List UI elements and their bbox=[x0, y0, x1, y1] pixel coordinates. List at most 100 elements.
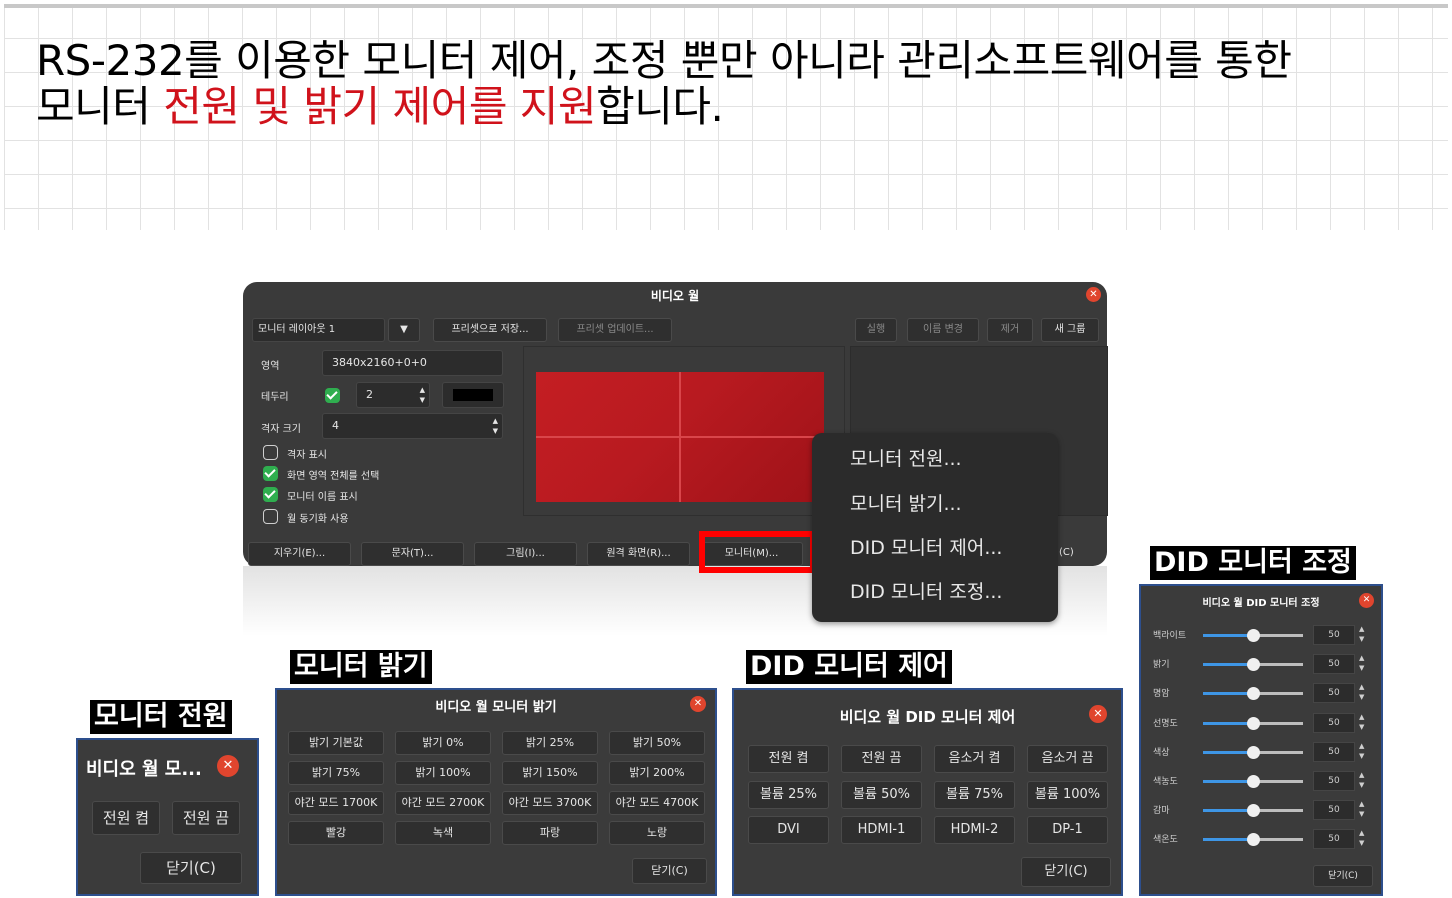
menu-item-monitor-brightness[interactable]: 모니터 밝기... bbox=[850, 489, 962, 516]
rename-button[interactable]: 이름 변경 bbox=[907, 318, 979, 342]
night-4700k-button[interactable]: 야간 모드 4700K bbox=[609, 791, 705, 815]
spin-arrows-icon[interactable]: ▲ ▼ bbox=[1359, 682, 1364, 702]
volume-75-button[interactable]: 볼륨 75% bbox=[934, 781, 1015, 809]
dp-1-button[interactable]: DP-1 bbox=[1027, 816, 1108, 844]
border-spinbox[interactable]: 2 ▲ ▼ bbox=[356, 382, 430, 408]
menu-item-did-adjust[interactable]: DID 모니터 조정... bbox=[850, 577, 1002, 604]
spin-arrows-icon[interactable]: ▲ ▼ bbox=[1359, 828, 1364, 848]
remove-button[interactable]: 제거 bbox=[987, 318, 1033, 342]
brightness-100-button[interactable]: 밝기 100% bbox=[395, 761, 491, 785]
layout-dropdown-button[interactable]: ▼ bbox=[388, 318, 420, 342]
dvi-button[interactable]: DVI bbox=[748, 816, 829, 844]
volume-25-button[interactable]: 볼륨 25% bbox=[748, 781, 829, 809]
volume-50-button[interactable]: 볼륨 50% bbox=[841, 781, 922, 809]
adjust-value-spinbox[interactable]: 50 bbox=[1313, 771, 1355, 791]
hdmi-1-button[interactable]: HDMI-1 bbox=[841, 816, 922, 844]
run-button[interactable]: 실행 bbox=[855, 318, 897, 342]
yellow-button[interactable]: 노랑 bbox=[609, 821, 705, 845]
brightness-25-button[interactable]: 밝기 25% bbox=[502, 731, 598, 755]
adjust-value-spinbox[interactable]: 50 bbox=[1313, 829, 1355, 850]
picture-button[interactable]: 그림(I)... bbox=[474, 542, 577, 566]
brightness-150-button[interactable]: 밝기 150% bbox=[502, 761, 598, 785]
power-on-button[interactable]: 전원 켬 bbox=[92, 801, 160, 835]
adjust-slider-knob[interactable] bbox=[1247, 687, 1260, 701]
adjust-value-spinbox[interactable]: 50 bbox=[1313, 741, 1355, 762]
spin-arrows-icon[interactable]: ▲ ▼ bbox=[420, 385, 425, 405]
menu-item-did-control[interactable]: DID 모니터 제어... bbox=[850, 533, 1002, 560]
area-input[interactable]: 3840x2160+0+0 bbox=[322, 350, 503, 376]
adjust-slider[interactable] bbox=[1203, 629, 1303, 642]
text-button[interactable]: 문자(T)... bbox=[361, 542, 464, 566]
adjust-slider[interactable] bbox=[1203, 687, 1303, 701]
close-icon[interactable]: ✕ bbox=[1086, 287, 1101, 302]
spin-arrows-icon[interactable]: ▲ ▼ bbox=[1359, 741, 1364, 761]
border-color-swatch[interactable] bbox=[442, 382, 504, 408]
power-off-button[interactable]: 전원 끔 bbox=[841, 745, 922, 773]
clear-button[interactable]: 지우기(E)... bbox=[248, 542, 351, 566]
red-button[interactable]: 빨강 bbox=[288, 821, 384, 845]
brightness-0-button[interactable]: 밝기 0% bbox=[395, 731, 491, 755]
adjust-value-spinbox[interactable]: 50 bbox=[1313, 712, 1355, 733]
green-button[interactable]: 녹색 bbox=[395, 821, 491, 845]
brightness-50-button[interactable]: 밝기 50% bbox=[609, 731, 705, 755]
border-checkbox[interactable] bbox=[325, 388, 340, 403]
adjust-slider[interactable] bbox=[1203, 833, 1303, 847]
power-close-button[interactable]: 닫기(C) bbox=[140, 852, 242, 884]
show-grid-checkbox[interactable] bbox=[263, 445, 278, 460]
hdmi-2-button[interactable]: HDMI-2 bbox=[934, 816, 1015, 844]
adjust-slider-knob[interactable] bbox=[1247, 775, 1260, 788]
save-preset-button[interactable]: 프리셋으로 저장... bbox=[433, 318, 547, 342]
select-whole-screen-checkbox[interactable] bbox=[263, 466, 278, 481]
spin-arrows-icon[interactable]: ▲ ▼ bbox=[1359, 624, 1364, 644]
layout-select[interactable]: 모니터 레이아웃 1 bbox=[252, 318, 385, 342]
adjust-value-spinbox[interactable]: 50 bbox=[1313, 683, 1355, 704]
close-icon[interactable]: ✕ bbox=[690, 696, 706, 712]
remote-screen-button[interactable]: 원격 화면(R)... bbox=[587, 542, 690, 566]
adjust-slider-knob[interactable] bbox=[1247, 745, 1260, 759]
adjust-slider-knob[interactable] bbox=[1247, 716, 1260, 730]
brightness-default-button[interactable]: 밝기 기본값 bbox=[288, 731, 384, 755]
update-preset-button[interactable]: 프리셋 업데이트... bbox=[558, 318, 672, 342]
adjust-slider-knob[interactable] bbox=[1247, 658, 1260, 672]
close-icon[interactable]: ✕ bbox=[217, 755, 239, 777]
spin-arrows-icon[interactable]: ▲ ▼ bbox=[1359, 653, 1364, 673]
night-1700k-button[interactable]: 야간 모드 1700K bbox=[288, 791, 384, 815]
did-control-close-button[interactable]: 닫기(C) bbox=[1021, 857, 1111, 887]
adjust-slider-knob[interactable] bbox=[1247, 833, 1260, 847]
show-monitor-names-checkbox[interactable] bbox=[263, 487, 278, 502]
night-2700k-button[interactable]: 야간 모드 2700K bbox=[395, 791, 491, 815]
spin-arrows-icon[interactable]: ▲ ▼ bbox=[493, 416, 498, 436]
adjust-slider[interactable] bbox=[1203, 716, 1303, 730]
night-3700k-button[interactable]: 야간 모드 3700K bbox=[502, 791, 598, 815]
close-icon[interactable]: ✕ bbox=[1359, 593, 1374, 608]
adjust-slider[interactable] bbox=[1203, 775, 1303, 788]
adjust-slider-knob[interactable] bbox=[1247, 629, 1260, 642]
did-adjust-close-button[interactable]: 닫기(C) bbox=[1313, 865, 1373, 887]
new-group-button[interactable]: 새 그룹 bbox=[1041, 318, 1099, 342]
adjust-value-spinbox[interactable]: 50 bbox=[1313, 800, 1355, 821]
adjust-slider[interactable] bbox=[1203, 658, 1303, 672]
spin-arrows-icon[interactable]: ▲ ▼ bbox=[1359, 799, 1364, 819]
monitor-wall-preview[interactable] bbox=[536, 372, 824, 502]
power-off-button[interactable]: 전원 끔 bbox=[172, 801, 240, 835]
wall-sync-checkbox[interactable] bbox=[263, 509, 278, 524]
volume-100-button[interactable]: 볼륨 100% bbox=[1027, 781, 1108, 809]
brightness-75-button[interactable]: 밝기 75% bbox=[288, 761, 384, 785]
adjust-slider[interactable] bbox=[1203, 745, 1303, 759]
menu-item-monitor-power[interactable]: 모니터 전원... bbox=[850, 444, 962, 471]
mute-off-button[interactable]: 음소거 끔 bbox=[1027, 745, 1108, 773]
brightness-close-button[interactable]: 닫기(C) bbox=[632, 858, 707, 884]
blue-button[interactable]: 파랑 bbox=[502, 821, 598, 845]
spin-arrows-icon[interactable]: ▲ ▼ bbox=[1359, 712, 1364, 732]
close-icon[interactable]: ✕ bbox=[1089, 705, 1107, 723]
close-button-partial[interactable]: (C) bbox=[1059, 547, 1074, 558]
adjust-value-spinbox[interactable]: 50 bbox=[1313, 625, 1355, 645]
adjust-slider-knob[interactable] bbox=[1247, 804, 1260, 818]
mute-on-button[interactable]: 음소거 켬 bbox=[934, 745, 1015, 773]
spin-arrows-icon[interactable]: ▲ ▼ bbox=[1359, 770, 1364, 790]
brightness-200-button[interactable]: 밝기 200% bbox=[609, 761, 705, 785]
adjust-slider[interactable] bbox=[1203, 804, 1303, 818]
adjust-value-spinbox[interactable]: 50 bbox=[1313, 654, 1355, 675]
grid-size-spinbox[interactable]: 4 ▲ ▼ bbox=[322, 413, 503, 439]
power-on-button[interactable]: 전원 켬 bbox=[748, 745, 829, 773]
